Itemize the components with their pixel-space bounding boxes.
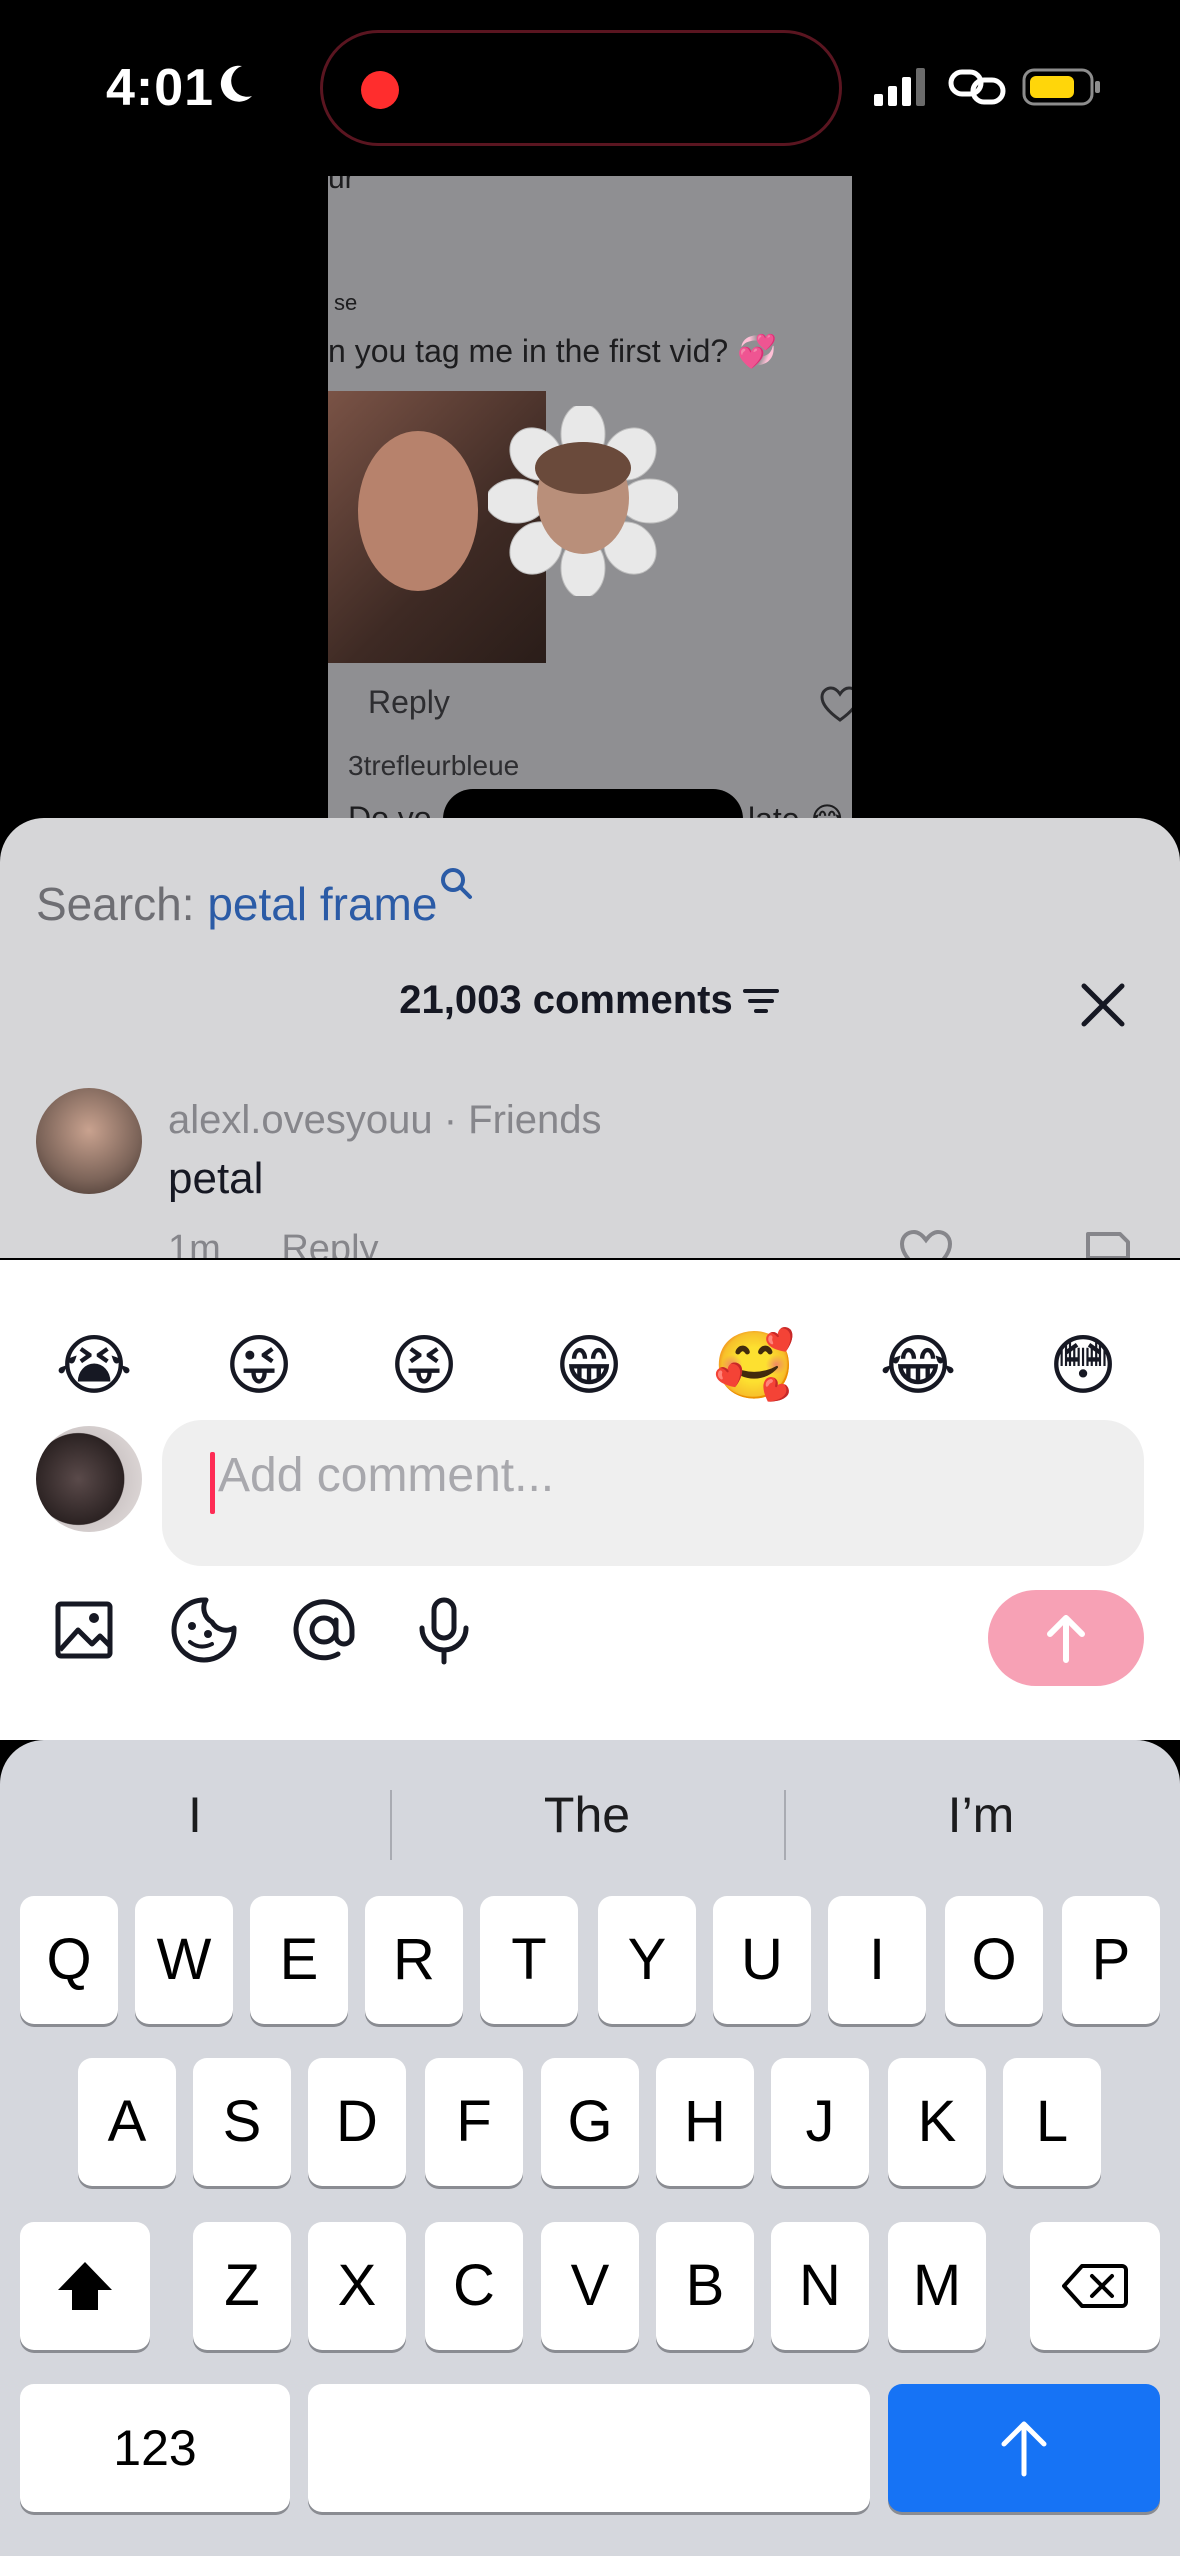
dislike-icon[interactable]	[1080, 1228, 1136, 1258]
key-o[interactable]: O	[945, 1896, 1043, 2024]
video-text-fragment: se	[334, 290, 358, 315]
key-k[interactable]: K	[888, 2058, 986, 2186]
key-h[interactable]: H	[656, 2058, 754, 2186]
arrow-up-icon	[1047, 1615, 1085, 1663]
recording-dot-icon	[361, 71, 399, 109]
comment-reply-button[interactable]: Reply	[281, 1228, 378, 1258]
quick-emoji-row: 😭 😜 😝 😁 🥰 😂 😳	[0, 1326, 1180, 1408]
emoji-button[interactable]: 😳	[1043, 1326, 1123, 1406]
comments-count: 21,003 comments	[399, 978, 733, 1022]
key-r[interactable]: R	[365, 1896, 463, 2024]
key-i[interactable]: I	[828, 1896, 926, 2024]
comment-input[interactable]: Add comment...	[162, 1420, 1144, 1566]
video-username: 3trefleurbleue	[348, 750, 520, 781]
search-label: Search:	[36, 878, 195, 930]
emoji-button[interactable]: 😂	[878, 1326, 958, 1406]
key-y[interactable]: Y	[598, 1896, 696, 2024]
emoji-button[interactable]: 😁	[549, 1326, 629, 1406]
key-w[interactable]: W	[135, 1896, 233, 2024]
video-preview[interactable]: ur se n you tag me in the first vid? 💞 R…	[328, 176, 852, 826]
video-comment-text: n you tag me in the first vid? 💞	[328, 333, 777, 369]
cellular-signal-icon	[874, 68, 925, 106]
moon-icon	[220, 65, 252, 102]
emoji-button[interactable]: 😜	[219, 1326, 299, 1406]
comment-username-text: alexl.ovesyouu	[168, 1098, 433, 1142]
emoji-button[interactable]: 😭	[54, 1326, 134, 1406]
key-c[interactable]: C	[425, 2222, 523, 2350]
heart-icon	[820, 686, 852, 722]
search-suggestion[interactable]: Search: petal frame	[36, 866, 473, 931]
avatar[interactable]	[36, 1088, 142, 1194]
dynamic-island[interactable]	[320, 30, 842, 146]
text-caret	[210, 1452, 215, 1514]
petal-frame-flower	[488, 406, 678, 596]
battery-icon	[1022, 68, 1100, 106]
key-a[interactable]: A	[78, 2058, 176, 2186]
comment-meta: 1m Reply	[168, 1228, 379, 1258]
video-text-fragment: ur	[328, 176, 355, 195]
key-m[interactable]: M	[888, 2222, 986, 2350]
key-n[interactable]: N	[771, 2222, 869, 2350]
search-icon	[441, 868, 473, 899]
comment-text: petal	[168, 1154, 264, 1203]
comments-count-header: 21,003 comments	[0, 978, 1180, 1023]
key-p[interactable]: P	[1062, 1896, 1160, 2024]
emoji-button[interactable]: 😝	[384, 1326, 464, 1406]
status-time: 4:01	[106, 59, 215, 117]
comments-panel: Search: petal frame 21,003 comments alex…	[0, 818, 1180, 1258]
comment-username[interactable]: alexl.ovesyouu · Friends	[168, 1098, 602, 1143]
microphone-icon[interactable]	[408, 1594, 480, 1666]
suggestion-item[interactable]: I’m	[786, 1770, 1176, 1860]
shift-icon	[58, 2262, 112, 2310]
send-button[interactable]	[988, 1590, 1144, 1686]
shift-key[interactable]	[20, 2222, 150, 2350]
sticker-icon[interactable]	[168, 1594, 240, 1666]
image-icon[interactable]	[48, 1594, 120, 1666]
video-reply-link: Reply	[368, 684, 450, 720]
comment-composer: 😭 😜 😝 😁 🥰 😂 😳 Add comment...	[0, 1260, 1180, 1740]
comment-input-placeholder: Add comment...	[218, 1449, 555, 1502]
space-key[interactable]	[308, 2384, 870, 2512]
like-icon[interactable]	[898, 1228, 954, 1258]
key-f[interactable]: F	[425, 2058, 523, 2186]
key-t[interactable]: T	[480, 1896, 578, 2024]
return-key[interactable]	[888, 2384, 1160, 2512]
close-icon[interactable]	[1076, 978, 1130, 1032]
key-q[interactable]: Q	[20, 1896, 118, 2024]
predictive-text-bar: I The I’m	[0, 1770, 1180, 1860]
key-j[interactable]: J	[771, 2058, 869, 2186]
key-e[interactable]: E	[250, 1896, 348, 2024]
numbers-key[interactable]: 123	[20, 2384, 290, 2512]
comment-item: alexl.ovesyouu · Friends petal 1m Reply	[36, 1088, 1146, 1258]
key-u[interactable]: U	[713, 1896, 811, 2024]
key-g[interactable]: G	[541, 2058, 639, 2186]
keyboard: I The I’m Q W E R T Y U I O P A S D F G …	[0, 1740, 1180, 2556]
key-s[interactable]: S	[193, 2058, 291, 2186]
key-z[interactable]: Z	[193, 2222, 291, 2350]
key-v[interactable]: V	[541, 2222, 639, 2350]
link-icon	[948, 69, 1006, 105]
delete-key[interactable]	[1030, 2222, 1160, 2350]
mention-icon[interactable]	[288, 1594, 360, 1666]
key-x[interactable]: X	[308, 2222, 406, 2350]
arrow-up-icon	[1001, 2421, 1047, 2477]
suggestion-item[interactable]: I	[0, 1770, 390, 1860]
key-b[interactable]: B	[656, 2222, 754, 2350]
backspace-icon	[1062, 2264, 1128, 2308]
key-d[interactable]: D	[308, 2058, 406, 2186]
comment-time: 1m	[168, 1228, 221, 1258]
current-user-avatar	[36, 1426, 142, 1532]
sort-filter-icon[interactable]	[741, 985, 781, 1017]
key-l[interactable]: L	[1003, 2058, 1101, 2186]
comment-relation: · Friends	[443, 1098, 602, 1142]
suggestion-item[interactable]: The	[392, 1770, 782, 1860]
status-bar: 4:01	[0, 0, 1180, 170]
emoji-button[interactable]: 🥰	[713, 1326, 795, 1406]
search-term-link[interactable]: petal frame	[207, 878, 437, 930]
